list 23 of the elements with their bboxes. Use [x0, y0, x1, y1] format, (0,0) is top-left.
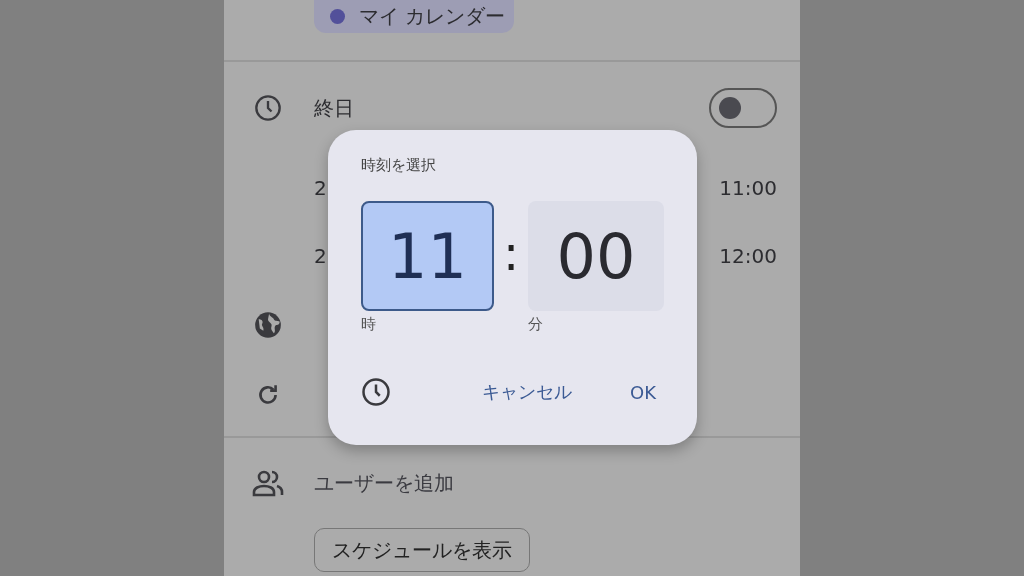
calendar-name: マイ カレンダー: [359, 3, 506, 30]
clock-icon: [254, 94, 282, 122]
cancel-button[interactable]: キャンセル: [474, 374, 580, 410]
dialog-title: 時刻を選択: [361, 156, 437, 175]
time-separator: :: [501, 224, 521, 281]
date-text[interactable]: 2: [314, 244, 327, 268]
add-people-field[interactable]: ユーザーを追加: [314, 469, 454, 497]
minute-label: 分: [528, 315, 544, 334]
keyboard-toggle-icon[interactable]: [361, 377, 391, 407]
calendar-chip[interactable]: マイ カレンダー: [314, 0, 514, 33]
hour-field[interactable]: 11: [361, 201, 494, 311]
all-day-toggle[interactable]: [709, 88, 777, 128]
hour-label: 時: [361, 315, 377, 334]
date-text[interactable]: 2: [314, 176, 327, 200]
all-day-label: 終日: [314, 94, 354, 122]
view-schedule-button[interactable]: スケジュールを表示: [314, 528, 530, 572]
minute-field[interactable]: 00: [528, 201, 664, 311]
clock-icon: [361, 377, 391, 407]
ok-button[interactable]: OK: [622, 375, 664, 409]
people-icon: [252, 469, 284, 497]
time-text[interactable]: 12:00: [719, 244, 777, 268]
time-text[interactable]: 11:00: [719, 176, 777, 200]
globe-icon: [254, 311, 282, 339]
